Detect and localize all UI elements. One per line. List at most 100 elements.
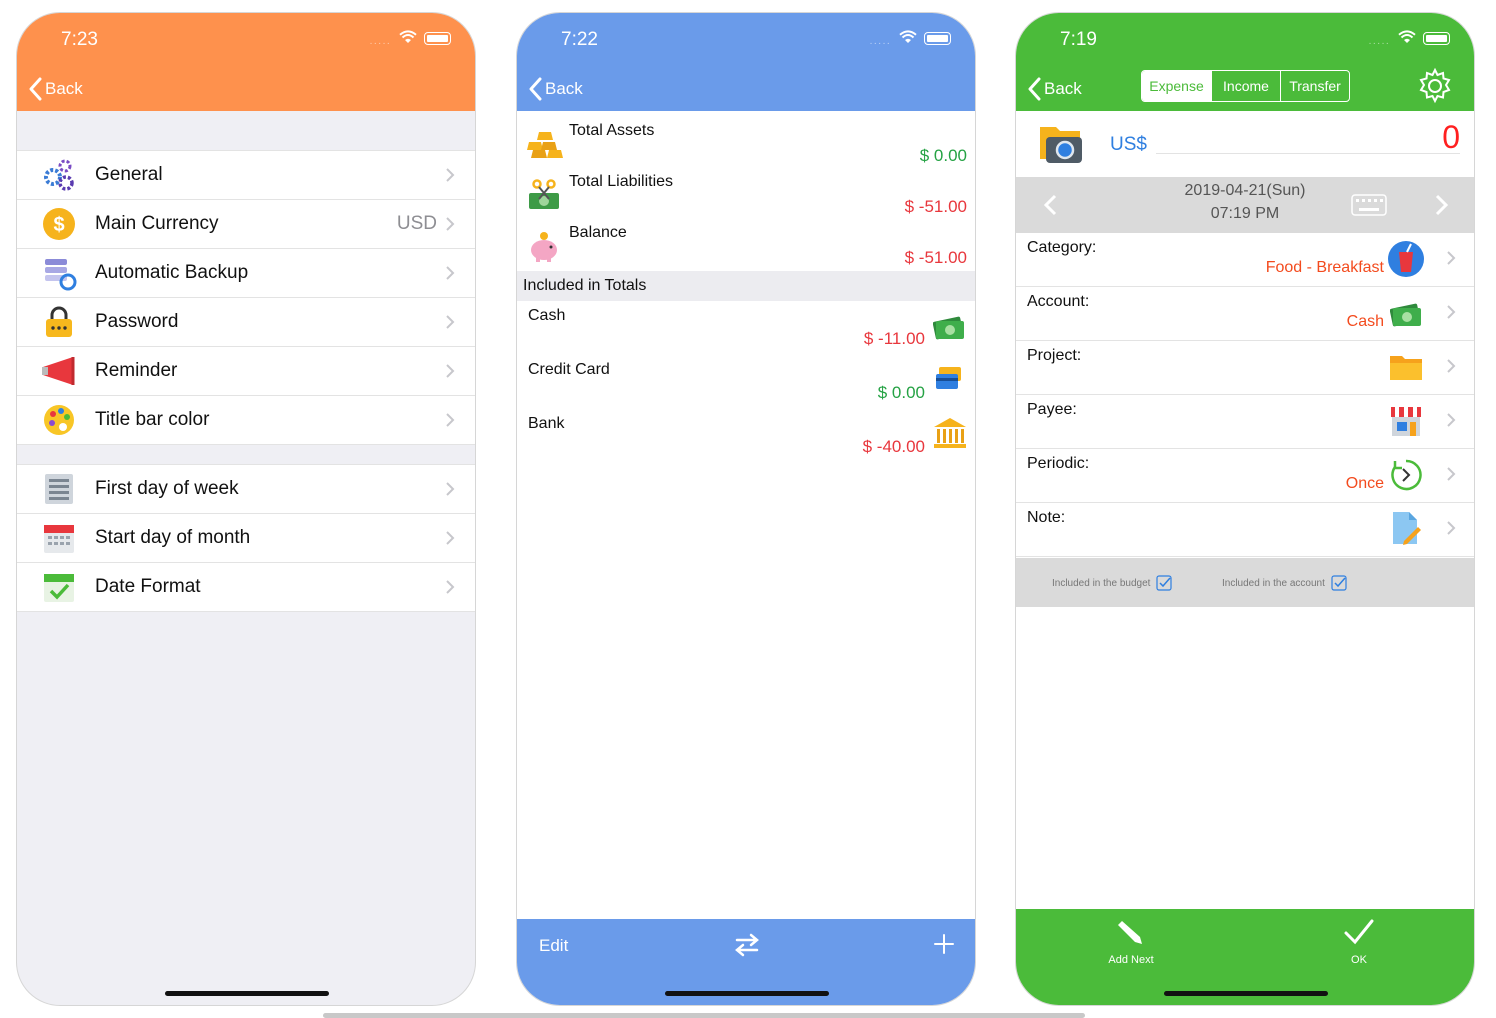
account-label: Credit Card [528,361,610,378]
wifi-icon [899,30,917,43]
segment-transfer[interactable]: Transfer [1280,71,1349,101]
signal-icon: ····· [1368,38,1390,49]
field-label: Note: [1027,509,1066,526]
segment-income[interactable]: Income [1211,71,1280,101]
settings-row-title-bar-color[interactable]: Title bar color [17,396,475,445]
field-category[interactable]: Category: Food - Breakfast [1016,233,1474,287]
page-scrollbar[interactable] [323,1013,1085,1018]
gear-icon[interactable] [1416,67,1454,105]
back-label: Back [545,79,583,98]
signal-icon: ····· [869,38,891,49]
amount-underline [1156,153,1460,154]
back-button[interactable]: Back [529,77,583,101]
home-indicator [165,991,329,996]
chevron-right-icon [446,364,455,378]
back-button[interactable]: Back [1028,77,1082,101]
battery-icon [1423,32,1450,45]
chevron-right-icon[interactable] [1434,194,1448,216]
row-label: Reminder [95,360,178,381]
credit-card-icon [936,367,961,389]
budget-check[interactable]: Included in the budget [1052,575,1173,591]
gold-bars-icon [527,132,563,158]
calendar-check-icon [39,567,79,607]
edit-button[interactable]: Edit [539,936,568,956]
field-project[interactable]: Project: [1016,341,1474,395]
summary-total-liabilities[interactable]: Total Liabilities $ -51.00 [517,167,975,218]
chevron-right-icon [1447,251,1456,265]
wifi-icon [1398,30,1416,43]
camera-folder-icon[interactable] [1038,121,1086,165]
account-value: $ 0.00 [877,383,925,402]
settings-row-password[interactable]: Password [17,298,475,347]
gears-icon [39,155,79,195]
transfer-icon[interactable] [733,933,761,957]
settings-row-automatic-backup[interactable]: Automatic Backup [17,249,475,298]
palette-icon [39,400,79,440]
chevron-right-icon [446,580,455,594]
chevron-left-icon [1028,77,1041,101]
field-payee[interactable]: Payee: [1016,395,1474,449]
account-label: Cash [528,307,566,324]
account-check-label: Included in the account [1222,577,1325,589]
bottom-toolbar: Edit [517,919,975,1005]
folder-icon [1386,347,1426,387]
summary-total-assets[interactable]: Total Assets $ 0.00 [517,116,975,167]
account-value: $ -40.00 [862,437,925,456]
bottom-toolbar: Add Next OK [1016,909,1474,1005]
add-next-button[interactable]: Add Next [1086,917,1176,966]
svg-text:$: $ [53,214,64,236]
chevron-right-icon [446,217,455,231]
bank-icon [934,418,966,448]
settings-row-main-currency[interactable]: $ Main Currency USD [17,200,475,249]
chevron-right-icon [446,266,455,280]
time-label[interactable]: 07:19 PM [1016,205,1474,223]
checkmark-icon [1344,919,1374,945]
row-label: Automatic Backup [95,262,249,283]
status-time: 7:22 [561,29,598,50]
header: 7:22 ····· Back [517,13,975,111]
battery-icon [924,32,951,45]
ok-button[interactable]: OK [1314,917,1404,966]
field-label: Category: [1027,239,1097,256]
summary-balance[interactable]: Balance $ -51.00 [517,218,975,269]
currency-selector[interactable]: US$ [1110,134,1147,156]
signal-icon: ····· [369,38,391,49]
settings-row-reminder[interactable]: Reminder [17,347,475,396]
settings-row-first-day-of-week[interactable]: First day of week [17,465,475,514]
account-label: Bank [528,415,565,432]
store-icon [1386,401,1426,441]
dollar-coin-icon: $ [39,204,79,244]
field-value: Once [1345,475,1384,492]
amount-field[interactable]: 0 [1442,119,1460,156]
settings-row-general[interactable]: General [17,151,475,200]
checkbox-checked-icon [1156,575,1173,591]
field-note[interactable]: Note: [1016,503,1474,557]
segment-expense[interactable]: Expense [1142,71,1211,101]
settings-row-date-format[interactable]: Date Format [17,563,475,612]
back-label: Back [45,79,83,98]
row-label: Password [95,311,179,332]
ok-label: OK [1351,954,1367,966]
add-icon[interactable] [933,933,955,955]
account-row-credit-card[interactable]: Credit Card $ 0.00 [517,355,975,409]
chevron-right-icon [1447,305,1456,319]
chevron-right-icon [1447,413,1456,427]
field-periodic[interactable]: Periodic: Once [1016,449,1474,503]
budget-check-label: Included in the budget [1052,577,1151,589]
add-next-label: Add Next [1108,954,1154,966]
date-row: 2019-04-21(Sun) 07:19 PM [1016,177,1474,233]
cash-icon [1386,293,1426,333]
settings-row-start-day-of-month[interactable]: Start day of month [17,514,475,563]
field-account[interactable]: Account: Cash [1016,287,1474,341]
wifi-icon [399,30,417,43]
account-row-bank[interactable]: Bank $ -40.00 [517,409,975,463]
status-time: 7:19 [1060,29,1097,50]
back-label: Back [1044,79,1082,98]
keyboard-icon[interactable] [1351,194,1387,216]
account-row-cash[interactable]: Cash $ -11.00 [517,301,975,355]
date-label[interactable]: 2019-04-21(Sun) [1016,182,1474,200]
account-check[interactable]: Included in the account [1222,575,1347,591]
status-time: 7:23 [61,29,98,50]
back-button[interactable]: Back [29,77,83,101]
chevron-right-icon [1447,467,1456,481]
